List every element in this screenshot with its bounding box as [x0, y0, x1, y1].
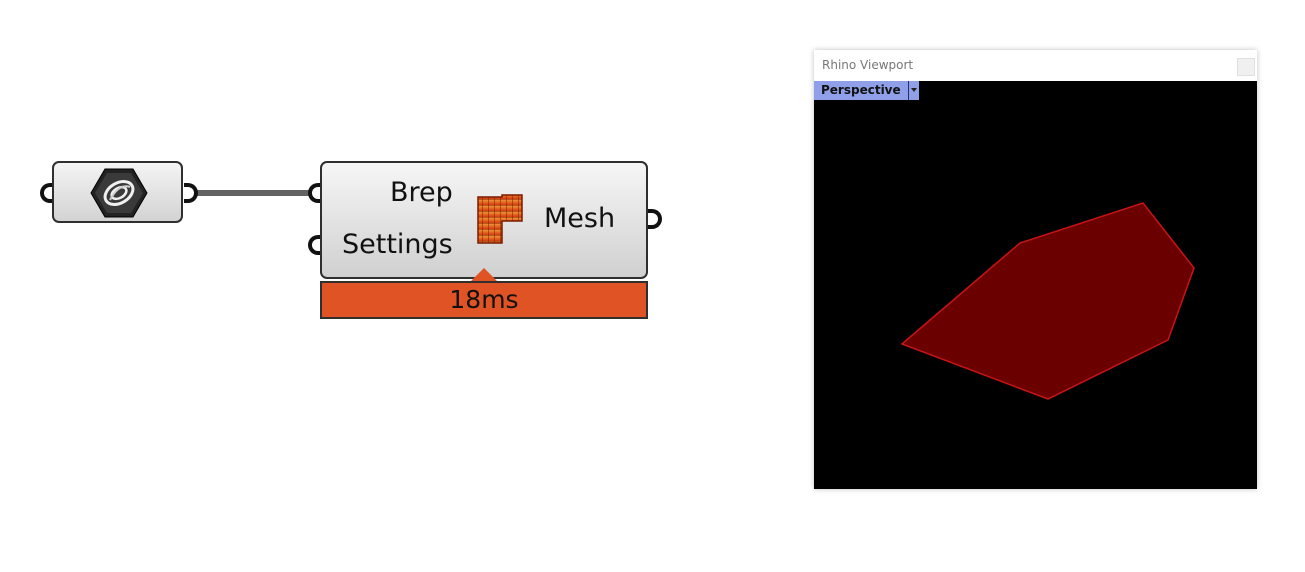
brep-param-icon [90, 168, 148, 218]
mesh-output-grip[interactable] [648, 209, 662, 229]
viewport-close-button[interactable] [1237, 58, 1255, 76]
grasshopper-canvas[interactable]: Brep Settings Mesh 18ms Rhino Viewport P… [0, 0, 1305, 572]
brep-param-output-grip[interactable] [184, 183, 198, 203]
view-name-label: Perspective [821, 83, 901, 97]
mesh-brep-icon [477, 194, 523, 244]
mesh-shape [900, 202, 1195, 400]
brep-input-label: Brep [390, 177, 453, 208]
profiler-timer: 18ms [320, 281, 648, 319]
mesh-output-label: Mesh [544, 203, 616, 234]
view-tab-perspective[interactable]: Perspective [814, 81, 919, 100]
connection-wire[interactable] [196, 190, 314, 196]
chevron-down-icon[interactable] [907, 81, 919, 100]
viewport-window-title: Rhino Viewport [822, 58, 914, 72]
viewport-display[interactable]: Perspective [814, 81, 1257, 489]
settings-input-label: Settings [342, 229, 453, 260]
timer-notch [470, 268, 498, 282]
brep-param-component[interactable] [52, 161, 183, 223]
viewport-scene [900, 202, 1195, 400]
rhino-viewport-window[interactable]: Rhino Viewport Perspective [814, 50, 1257, 489]
mesh-brep-component[interactable]: Brep Settings Mesh [320, 161, 648, 279]
